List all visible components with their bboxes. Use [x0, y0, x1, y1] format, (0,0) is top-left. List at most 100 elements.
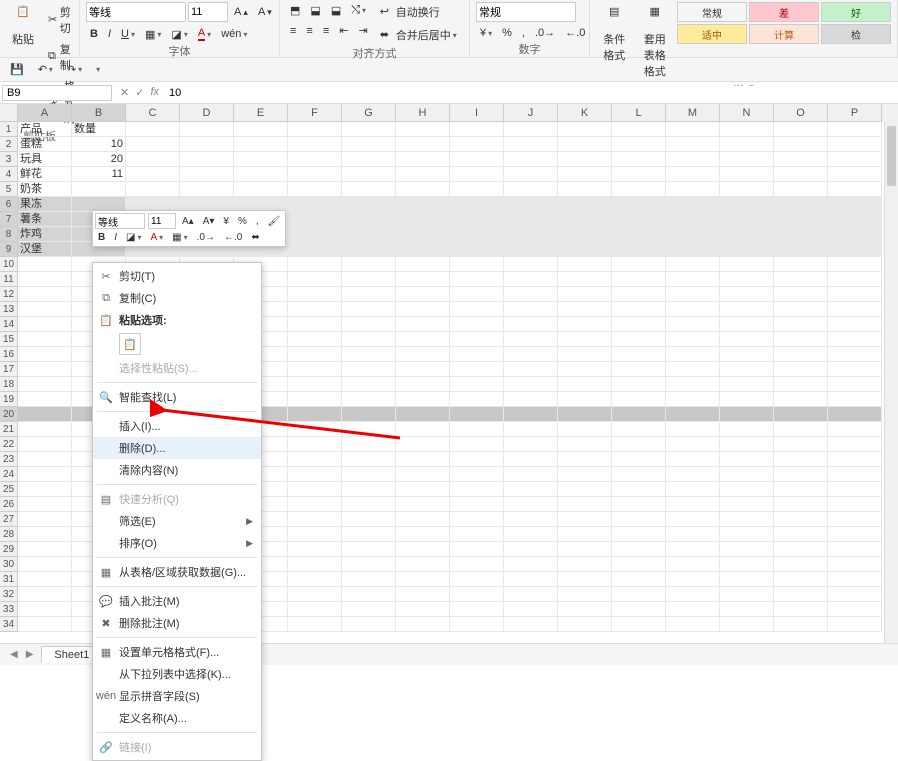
cell[interactable]: [504, 122, 558, 137]
cell[interactable]: [342, 602, 396, 617]
cell[interactable]: [288, 587, 342, 602]
cell[interactable]: [18, 587, 72, 602]
cell[interactable]: [288, 167, 342, 182]
cell[interactable]: [612, 437, 666, 452]
cell[interactable]: [612, 452, 666, 467]
cell[interactable]: [396, 212, 450, 227]
cell[interactable]: [18, 437, 72, 452]
cell[interactable]: [288, 347, 342, 362]
cell[interactable]: [504, 452, 558, 467]
cell[interactable]: [612, 197, 666, 212]
cell[interactable]: [288, 182, 342, 197]
row-header-14[interactable]: 14: [0, 317, 18, 332]
cell[interactable]: [774, 212, 828, 227]
cell[interactable]: 蛋糕: [18, 137, 72, 152]
cell[interactable]: [720, 482, 774, 497]
paste-button[interactable]: 📋 粘贴: [6, 2, 40, 50]
cell[interactable]: [666, 392, 720, 407]
cell[interactable]: [504, 302, 558, 317]
currency-button[interactable]: ¥▾: [476, 25, 496, 41]
cell[interactable]: [612, 152, 666, 167]
cell[interactable]: [504, 497, 558, 512]
cell[interactable]: [450, 572, 504, 587]
wrap-text-button[interactable]: ↩自动换行: [376, 2, 461, 22]
cell[interactable]: [774, 512, 828, 527]
cell[interactable]: [828, 392, 882, 407]
cell[interactable]: [396, 272, 450, 287]
row-header-6[interactable]: 6: [0, 197, 18, 212]
cell[interactable]: [828, 437, 882, 452]
cell[interactable]: 数量: [72, 122, 126, 137]
ctx-define-name[interactable]: 定义名称(A)...: [93, 707, 261, 729]
mini-font-name[interactable]: [95, 213, 145, 229]
style-calc[interactable]: 计算: [749, 24, 819, 44]
cell[interactable]: [828, 167, 882, 182]
cell[interactable]: [828, 602, 882, 617]
cell[interactable]: 炸鸡: [18, 227, 72, 242]
cell[interactable]: [396, 437, 450, 452]
cell[interactable]: [828, 512, 882, 527]
cell[interactable]: [342, 287, 396, 302]
cell[interactable]: [558, 287, 612, 302]
cell[interactable]: [288, 557, 342, 572]
cell[interactable]: [828, 422, 882, 437]
cell[interactable]: [504, 347, 558, 362]
ctx-pick-list[interactable]: 从下拉列表中选择(K)...: [93, 663, 261, 685]
row-header-15[interactable]: 15: [0, 332, 18, 347]
mini-bold[interactable]: B: [95, 231, 108, 244]
cell[interactable]: [720, 347, 774, 362]
cell[interactable]: [666, 362, 720, 377]
column-header-O[interactable]: O: [774, 104, 828, 122]
cell[interactable]: [774, 257, 828, 272]
column-header-G[interactable]: G: [342, 104, 396, 122]
font-size-select[interactable]: [188, 2, 228, 22]
row-header-21[interactable]: 21: [0, 422, 18, 437]
cell[interactable]: [342, 497, 396, 512]
decrease-decimal-button[interactable]: ←.0: [561, 25, 589, 41]
paste-option-1[interactable]: 📋: [119, 333, 141, 355]
column-header-F[interactable]: F: [288, 104, 342, 122]
cell[interactable]: [234, 122, 288, 137]
cell[interactable]: [450, 122, 504, 137]
cell[interactable]: [720, 257, 774, 272]
mini-merge[interactable]: ⬌: [248, 231, 262, 244]
cell[interactable]: [396, 302, 450, 317]
vertical-scrollbar[interactable]: [884, 122, 898, 643]
cell[interactable]: [396, 122, 450, 137]
cell[interactable]: [450, 542, 504, 557]
cell[interactable]: [396, 242, 450, 257]
cell[interactable]: [504, 587, 558, 602]
cell[interactable]: [720, 542, 774, 557]
cell[interactable]: [612, 272, 666, 287]
cell[interactable]: [504, 167, 558, 182]
cell[interactable]: [666, 407, 720, 422]
cell[interactable]: [126, 137, 180, 152]
style-normal[interactable]: 常规: [677, 2, 747, 22]
cell[interactable]: [558, 467, 612, 482]
format-as-table-button[interactable]: ▦套用 表格格式: [637, 2, 674, 82]
cell[interactable]: [558, 377, 612, 392]
cell[interactable]: [18, 347, 72, 362]
row-header-17[interactable]: 17: [0, 362, 18, 377]
row-header-29[interactable]: 29: [0, 542, 18, 557]
cell[interactable]: [18, 302, 72, 317]
cell[interactable]: [342, 482, 396, 497]
cell[interactable]: [774, 422, 828, 437]
cell[interactable]: [774, 242, 828, 257]
cell[interactable]: [450, 497, 504, 512]
cell[interactable]: [450, 602, 504, 617]
cell[interactable]: [450, 182, 504, 197]
cell[interactable]: [558, 302, 612, 317]
cell[interactable]: [504, 422, 558, 437]
cell[interactable]: [666, 617, 720, 632]
cell[interactable]: [396, 167, 450, 182]
row-header-34[interactable]: 34: [0, 617, 18, 632]
row-header-24[interactable]: 24: [0, 467, 18, 482]
cell[interactable]: [396, 392, 450, 407]
cell[interactable]: [666, 182, 720, 197]
cell[interactable]: 玩具: [18, 152, 72, 167]
cell[interactable]: [504, 152, 558, 167]
cell[interactable]: 果冻: [18, 197, 72, 212]
cell[interactable]: [612, 602, 666, 617]
row-header-28[interactable]: 28: [0, 527, 18, 542]
